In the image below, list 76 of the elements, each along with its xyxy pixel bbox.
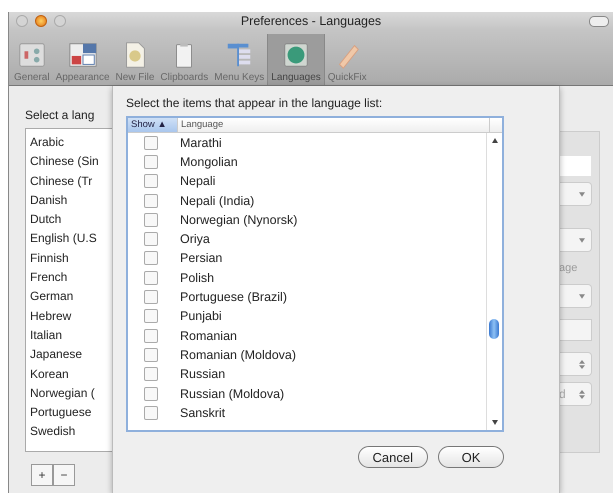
- checkbox[interactable]: [144, 212, 158, 227]
- checkbox[interactable]: [144, 386, 158, 400]
- scroll-down-icon: [492, 420, 498, 425]
- minimize-button[interactable]: [35, 15, 47, 27]
- list-item[interactable]: Norwegian (: [30, 384, 113, 404]
- table-cell-text: Marathi: [179, 136, 222, 150]
- checkbox[interactable]: [144, 232, 158, 246]
- section-heading: Select a lang: [25, 108, 96, 122]
- column-header[interactable]: Language: [178, 118, 490, 132]
- list-item[interactable]: Swedish: [30, 422, 113, 442]
- checkbox[interactable]: [144, 290, 158, 304]
- text-field[interactable]: [559, 319, 592, 341]
- zoom-button[interactable]: [54, 15, 66, 27]
- list-item[interactable]: Japanese: [30, 345, 113, 365]
- dropdown-arrow-icon: [579, 294, 585, 298]
- list-item[interactable]: French: [30, 268, 113, 288]
- dropdown-arrow-icon: [579, 192, 585, 196]
- dropdown-arrow-icon: [579, 238, 585, 242]
- text-field[interactable]: [559, 156, 591, 176]
- list-item[interactable]: Chinese (Tr: [30, 172, 113, 191]
- scroll-bar[interactable]: [486, 133, 502, 430]
- sheet-prompt: Select the items that appear in the language list:: [126, 96, 384, 110]
- cancel-button[interactable]: Cancel: [358, 446, 428, 468]
- field-label: age: [559, 262, 578, 274]
- popup-menu[interactable]: [559, 228, 592, 252]
- checkbox[interactable]: [144, 194, 158, 208]
- list-item[interactable]: Chinese (Sin: [30, 152, 113, 172]
- checkbox[interactable]: [144, 309, 158, 324]
- toolbar-toggle-button[interactable]: [589, 16, 609, 27]
- table-cell-text: Romanian: [179, 328, 237, 343]
- toolbar-tab[interactable]: Languages: [267, 34, 325, 85]
- popup-menu[interactable]: [559, 182, 592, 206]
- remove-button[interactable]: −: [53, 464, 75, 486]
- list-item[interactable]: Italian: [30, 326, 113, 346]
- list-item[interactable]: Arabic: [30, 133, 113, 152]
- checkbox[interactable]: [144, 406, 158, 420]
- table-cell-text: Norwegian (Nynorsk): [179, 212, 298, 227]
- table-cell-text: Mongolian: [179, 154, 238, 169]
- table-cell-text: Nepali (India): [179, 194, 254, 208]
- stepper-field[interactable]: [559, 352, 592, 376]
- table-cell-text: Punjabi: [179, 309, 222, 324]
- list-item[interactable]: Hebrew: [30, 306, 113, 326]
- list-item[interactable]: Danish: [30, 190, 113, 210]
- table-cell-text: Oriya: [179, 232, 210, 246]
- list-item[interactable]: Korean: [30, 364, 113, 384]
- table-cell-text: Polish: [179, 270, 214, 285]
- stepper-icon: [579, 390, 585, 398]
- table-cell-text: Portuguese (Brazil): [179, 290, 287, 304]
- column-header[interactable]: Show ▲: [128, 118, 178, 132]
- table-cell-text: Sanskrit: [179, 406, 226, 420]
- add-button[interactable]: +: [31, 464, 53, 486]
- list-item[interactable]: Finnish: [30, 248, 113, 268]
- checkbox[interactable]: [144, 174, 158, 188]
- list-item[interactable]: English (U.S: [30, 229, 113, 249]
- table-cell-text: Russian (Moldova): [179, 386, 284, 400]
- scroll-thumb[interactable]: [489, 319, 499, 339]
- popup-menu[interactable]: [559, 284, 592, 308]
- checkbox[interactable]: [144, 136, 158, 150]
- checkbox[interactable]: [144, 367, 158, 382]
- table-cell-text: Romanian (Moldova): [179, 348, 296, 362]
- checkbox[interactable]: [144, 154, 158, 169]
- checkbox[interactable]: [144, 270, 158, 285]
- stepper-icon: [579, 360, 585, 368]
- list-item[interactable]: Portuguese: [30, 403, 113, 422]
- list-item[interactable]: German: [30, 287, 113, 307]
- checkbox[interactable]: [144, 328, 158, 343]
- checkbox[interactable]: [144, 348, 158, 362]
- window-title: Preferences - Languages: [240, 14, 382, 28]
- table-cell-text: Russian: [179, 367, 226, 382]
- close-button[interactable]: [16, 15, 28, 27]
- table-cell-text: Persian: [179, 251, 222, 266]
- ok-button[interactable]: OK: [438, 446, 504, 468]
- list-item[interactable]: Dutch: [30, 210, 113, 230]
- table-cell-text: Nepali: [179, 174, 216, 188]
- checkbox[interactable]: [144, 251, 158, 266]
- scroll-up-icon: [492, 138, 498, 143]
